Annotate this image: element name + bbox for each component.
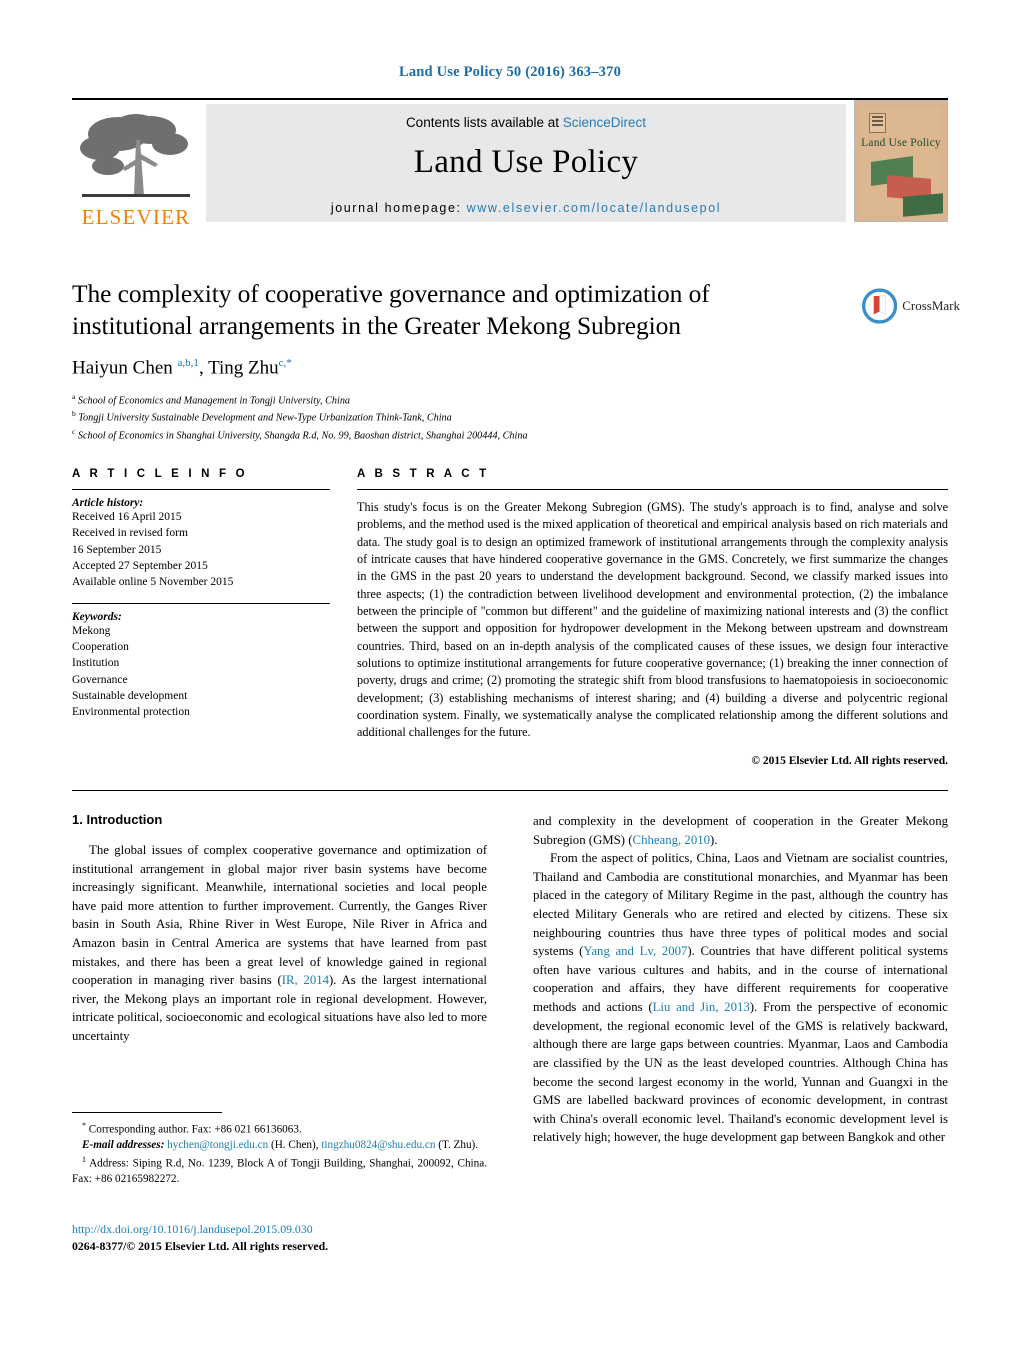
footnote-block: * Corresponding author. Fax: +86 021 661… <box>72 1120 487 1188</box>
keyword-item: Institution <box>72 657 120 670</box>
footnote-corresponding-author: * Corresponding author. Fax: +86 021 661… <box>82 1121 302 1136</box>
abstract-heading: A B S T R A C T <box>357 468 490 480</box>
keyword-item: Sustainable development <box>72 689 188 702</box>
history-item: Received in revised form <box>72 527 188 540</box>
cover-journal-title: Land Use Policy <box>861 137 941 149</box>
abstract-rule <box>357 489 948 490</box>
footnote-address: 1 Address: Siping R.d, No. 1239, Block A… <box>72 1155 487 1186</box>
keywords-heading: Keywords: <box>72 610 122 623</box>
article-info-heading: A R T I C L E I N F O <box>72 468 248 480</box>
contents-available-line: Contents lists available at ScienceDirec… <box>406 115 646 130</box>
abstract-text: This study's focus is on the Greater Mek… <box>357 500 948 740</box>
masthead-center: Contents lists available at ScienceDirec… <box>206 104 846 222</box>
footnote-email-addresses: E-mail addresses: hychen@tongji.edu.cn (… <box>82 1139 479 1152</box>
abstract-column: A B S T R A C T This study's focus is on… <box>357 468 948 767</box>
abstract-copyright: © 2015 Elsevier Ltd. All rights reserved… <box>751 754 948 767</box>
contents-prefix: Contents lists available at <box>405 115 563 130</box>
article-history-heading: Article history: <box>72 497 144 509</box>
history-item: Accepted 27 September 2015 <box>72 559 208 572</box>
crossmark-label: CrossMark <box>902 298 960 313</box>
affiliation-b-marker: b <box>72 409 76 419</box>
footnote-separator-rule <box>72 1112 222 1113</box>
section-heading-introduction: 1. Introduction <box>72 812 163 827</box>
affiliation-a-marker: a <box>72 391 76 401</box>
running-head: Land Use Policy 50 (2016) 363–370 <box>398 64 622 80</box>
intro-paragraph-1-continued: and complexity in the development of coo… <box>533 814 948 847</box>
article-title: The complexity of cooperative governance… <box>72 279 710 340</box>
body-column-right: and complexity in the development of coo… <box>533 812 948 1147</box>
homepage-label: journal homepage: <box>330 201 462 215</box>
keyword-item: Cooperation <box>72 640 129 653</box>
keyword-item: Environmental protection <box>72 706 190 719</box>
cover-inner: Land Use Policy <box>861 107 943 217</box>
doi-link[interactable]: http://dx.doi.org/10.1016/j.landusepol.2… <box>72 1222 502 1237</box>
issn-copyright-line: 0264-8377/© 2015 Elsevier Ltd. All right… <box>72 1239 329 1253</box>
article-info-column: A R T I C L E I N F O Article history: R… <box>72 468 330 721</box>
keywords-rule <box>72 602 330 604</box>
affiliation-c-marker: c <box>72 427 76 437</box>
affiliation-c: c School of Economics in Shanghai Univer… <box>72 426 832 444</box>
intro-paragraph-1: The global issues of complex cooperative… <box>72 843 487 1044</box>
affiliation-c-text: School of Economics in Shanghai Universi… <box>77 430 528 442</box>
elsevier-logo: ELSEVIER <box>72 104 200 228</box>
history-item: 16 September 2015 <box>72 543 162 556</box>
affiliation-a-text: School of Economics and Management in To… <box>77 394 351 406</box>
crossmark-icon <box>862 288 898 324</box>
keyword-item: Mekong <box>72 624 111 637</box>
article-page: Land Use Policy 50 (2016) 363–370 ELSEVI… <box>0 0 1020 1351</box>
intro-paragraph-2: From the aspect of politics, China, Laos… <box>533 851 948 1145</box>
crossmark-badge[interactable]: CrossMark <box>862 280 960 332</box>
homepage-url-link[interactable]: www.elsevier.com/locate/landusepol <box>467 201 722 215</box>
affiliation-b-text: Tongji University Sustainable Developmen… <box>78 412 452 424</box>
journal-title: Land Use Policy <box>413 144 639 180</box>
keyword-item: Governance <box>72 673 128 686</box>
body-separator-rule <box>72 790 948 791</box>
affiliation-a: a School of Economics and Management in … <box>72 391 832 409</box>
elsevier-wordmark: ELSEVIER <box>81 205 191 229</box>
body-column-left: 1. Introduction The global issues of com… <box>72 812 487 1046</box>
journal-masthead: ELSEVIER Contents lists available at Sci… <box>72 98 948 228</box>
masthead-top-rule <box>72 98 948 100</box>
article-info-rule <box>72 489 330 490</box>
affiliation-b: b Tongji University Sustainable Developm… <box>72 408 832 426</box>
title-block: The complexity of cooperative governance… <box>72 278 832 444</box>
history-item: Available online 5 November 2015 <box>72 576 234 589</box>
cover-elsevier-mark-icon <box>869 113 886 133</box>
affiliation-list: a School of Economics and Management in … <box>72 391 832 445</box>
journal-homepage-line: journal homepage: www.elsevier.com/locat… <box>331 201 721 215</box>
footer-block: http://dx.doi.org/10.1016/j.landusepol.2… <box>72 1222 502 1254</box>
cover-photo-3 <box>903 193 943 217</box>
author-list: Haiyun Chen a,b,1, Ting Zhuc,* <box>72 357 292 379</box>
history-item: Received 16 April 2015 <box>72 511 182 523</box>
elsevier-tree-icon <box>80 114 190 197</box>
sciencedirect-link[interactable]: ScienceDirect <box>563 115 646 130</box>
journal-cover-thumbnail[interactable]: Land Use Policy <box>854 100 948 222</box>
